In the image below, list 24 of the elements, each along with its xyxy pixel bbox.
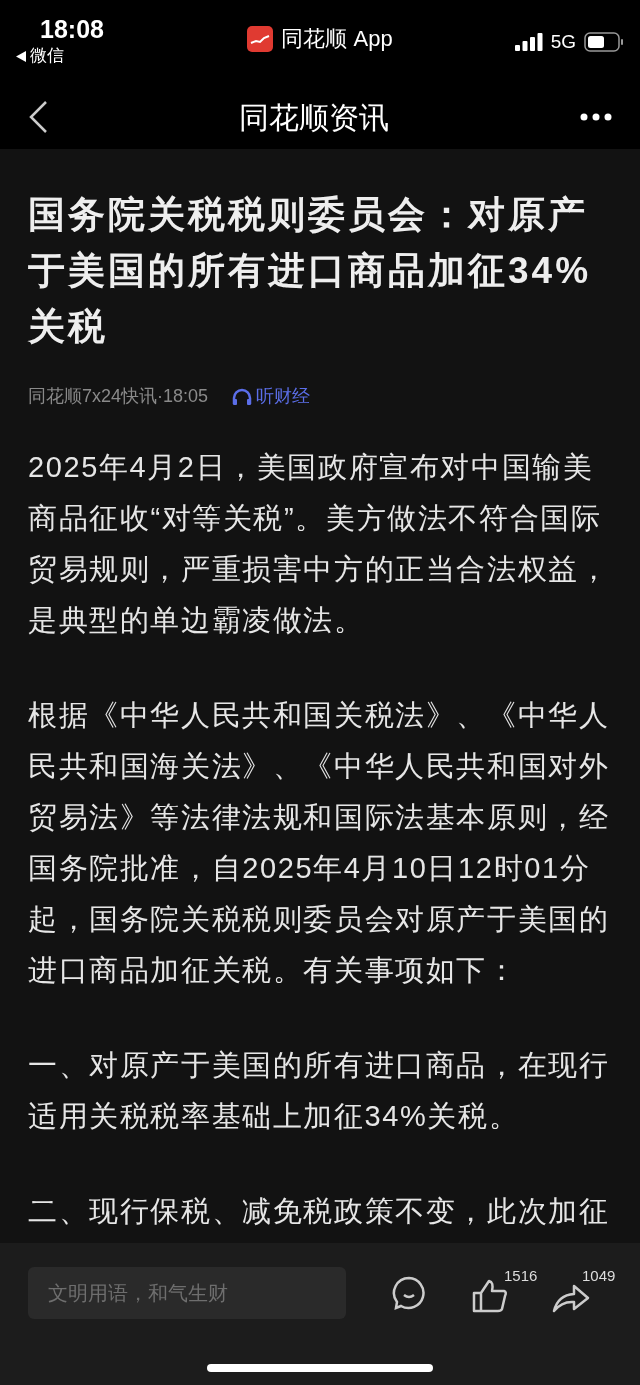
status-time: 18:08 [40, 14, 104, 44]
share-count: 1049 [582, 1266, 616, 1286]
page-title: 同花顺资讯 [239, 99, 389, 136]
thumbs-up-icon[interactable] [472, 1279, 508, 1313]
article-title: 国务院关税税则委员会：对原产于美国的所有进口商品加征34%关税 [28, 193, 593, 349]
comment-icon[interactable] [392, 1276, 426, 1310]
app-logo-icon [247, 25, 274, 52]
back-app-link[interactable]: 微信 [30, 44, 64, 68]
network-label: 5G [550, 30, 576, 54]
more-icon[interactable] [580, 113, 612, 121]
like-count: 1516 [504, 1266, 538, 1286]
comment-field[interactable]: 文明用语，和气生财 [28, 1267, 346, 1319]
battery-icon [584, 32, 624, 53]
headphones-icon [232, 387, 253, 406]
article-source: 同花顺7x24快讯·18:05 [28, 385, 209, 408]
article-paragraph: 二、现行保税、减免税政策不变，此次加征 [28, 1194, 611, 1229]
article-paragraph: 2025年4月2日，美国政府宣布对中国输美商品征收“对等关税”。美方做法不符合国际贸易规则，严重损害中方的正当合法权益，是典型的单边霸凌做法。 [28, 450, 611, 638]
article-paragraph: 根据《中华人民共和国关税法》、《中华人民共和国海关法》、《中华人民共和国对外贸易法》等法律法规和国际法基本原则，经国务院批准，自2025年4月10日12时01分起，国务院关税税则委员会对原产于美国的进口商品加征关税。有关事项如下： [28, 698, 611, 988]
listen-button[interactable]: 听财经 [232, 383, 311, 410]
back-icon[interactable] [28, 100, 48, 134]
app-name: 同花顺 App [281, 25, 393, 53]
signal-icon [514, 33, 543, 52]
back-triangle-icon [16, 50, 26, 62]
article-paragraph: 一、对原产于美国的所有进口商品，在现行适用关税税率基础上加征34%关税。 [28, 1048, 611, 1134]
